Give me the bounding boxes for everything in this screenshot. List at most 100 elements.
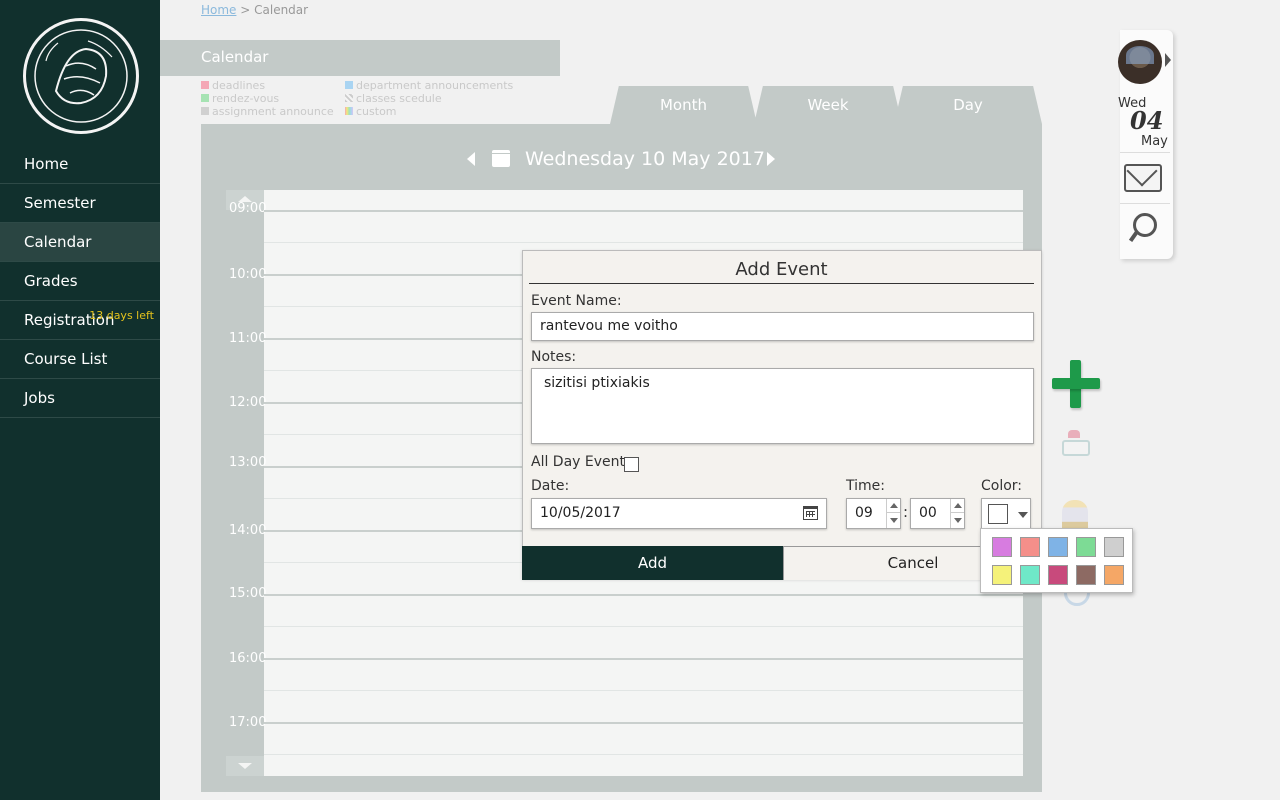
color-label: Color: (981, 478, 1023, 494)
color-palette-popup (980, 528, 1133, 593)
notes-textarea[interactable]: sizitisi ptixiakis (531, 368, 1034, 444)
nav-item-label: Home (24, 155, 69, 173)
minute-spin-buttons (950, 499, 964, 528)
color-dropdown[interactable] (981, 498, 1031, 529)
legend-swatch (201, 107, 209, 115)
color-option[interactable] (1020, 565, 1040, 585)
date-field[interactable]: 10/05/2017 (531, 498, 827, 529)
nav-item-label: Semester (24, 194, 96, 212)
calendar-current-date: Wednesday 10 May 2017 (525, 148, 765, 170)
decrement-arrow-icon[interactable] (887, 514, 900, 528)
legend-item-department-announcements: department announcements (345, 79, 513, 92)
color-option[interactable] (992, 537, 1012, 557)
minute-stepper[interactable]: 00 (910, 498, 965, 529)
selected-color-swatch (988, 504, 1008, 524)
notes-label: Notes: (531, 349, 577, 365)
hour-spin-buttons (886, 499, 900, 528)
nav-item-course-list[interactable]: Course List (0, 340, 160, 379)
tab-week[interactable]: Week (754, 86, 902, 124)
nav-item-jobs[interactable]: Jobs (0, 379, 160, 418)
all-day-label: All Day Event (531, 454, 626, 470)
search-icon[interactable] (1130, 213, 1157, 243)
increment-arrow-icon[interactable] (887, 499, 900, 513)
color-option[interactable] (1048, 565, 1068, 585)
today-day: 04 (1130, 106, 1164, 135)
sidebar: Home Semester Calendar Grades Registrati… (0, 0, 160, 800)
color-option[interactable] (992, 565, 1012, 585)
mail-icon[interactable] (1124, 164, 1162, 192)
hour-label: 11:00 (229, 331, 267, 346)
next-day-arrow-icon[interactable] (767, 152, 775, 166)
plus-icon[interactable] (1050, 358, 1102, 410)
color-option[interactable] (1104, 565, 1124, 585)
nav-item-registration[interactable]: Registration 13 days left (0, 301, 160, 340)
tab-day[interactable]: Day (894, 86, 1042, 124)
half-hour-gridline (264, 754, 1023, 755)
scroll-down-arrow-icon[interactable] (226, 756, 264, 776)
legend-swatch (201, 94, 209, 102)
decrement-arrow-icon[interactable] (951, 514, 964, 528)
nav-item-home[interactable]: Home (0, 145, 160, 184)
time-separator: : (903, 503, 909, 521)
legend-label: custom (356, 105, 397, 118)
all-day-checkbox[interactable] (624, 457, 639, 472)
nav-item-label: Jobs (24, 389, 55, 407)
color-option[interactable] (1048, 537, 1068, 557)
nav-item-label: Calendar (24, 233, 92, 251)
increment-arrow-icon[interactable] (951, 499, 964, 513)
half-hour-gridline (264, 626, 1023, 627)
breadcrumb-home-link[interactable]: Home (201, 3, 236, 17)
time-label: Time: (846, 478, 885, 494)
hour-label: 17:00 (229, 715, 267, 730)
hour-gridline (264, 594, 1023, 596)
breadcrumb-current: Calendar (254, 3, 309, 17)
color-option[interactable] (1020, 537, 1040, 557)
legend-item-classes-schedule: classes scedule (345, 92, 442, 105)
legend-label: rendez-vous (212, 92, 280, 105)
minute-value: 00 (919, 505, 937, 521)
hour-value: 09 (855, 505, 873, 521)
calendar-icon[interactable] (492, 150, 510, 167)
half-hour-gridline (264, 242, 1023, 243)
event-name-input[interactable]: rantevou me voitho (531, 312, 1034, 341)
hour-label: 13:00 (229, 455, 267, 470)
legend-item-deadlines: deadlines (201, 79, 265, 92)
nav-item-calendar[interactable]: Calendar (0, 223, 160, 262)
hour-label: 16:00 (229, 651, 267, 666)
breadcrumb-separator: > (236, 3, 255, 17)
calendar-icon[interactable] (803, 506, 818, 520)
hour-gridline (264, 722, 1023, 724)
main-navigation: Home Semester Calendar Grades Registrati… (0, 145, 160, 418)
calendar-date-navigation: Wednesday 10 May 2017 (201, 146, 1042, 174)
chevron-down-icon (1018, 512, 1028, 518)
page-title: Calendar (160, 40, 560, 76)
add-event-dialog: Add Event Event Name: rantevou me voitho… (522, 250, 1042, 580)
legend-item-assignment-announce: assignment announce (201, 105, 334, 118)
hour-label: 14:00 (229, 523, 267, 538)
caret-right-icon[interactable] (1165, 53, 1171, 67)
hour-stepper[interactable]: 09 (846, 498, 901, 529)
divider (1120, 152, 1170, 153)
hour-label: 09:00 (229, 201, 267, 216)
breadcrumb: Home > Calendar (201, 3, 308, 17)
add-button[interactable]: Add (522, 546, 783, 580)
nav-item-label: Course List (24, 350, 108, 368)
university-logo[interactable] (23, 18, 139, 134)
nav-item-label: Grades (24, 272, 78, 290)
nav-item-semester[interactable]: Semester (0, 184, 160, 223)
hour-gridline (264, 658, 1023, 660)
tab-month[interactable]: Month (610, 86, 757, 124)
nav-item-grades[interactable]: Grades (0, 262, 160, 301)
cake-icon[interactable] (1060, 428, 1090, 456)
hour-label: 10:00 (229, 267, 267, 282)
color-option[interactable] (1104, 537, 1124, 557)
user-avatar[interactable] (1118, 40, 1162, 84)
hour-label: 12:00 (229, 395, 267, 410)
registration-deadline-badge: 13 days left (89, 309, 154, 322)
color-option[interactable] (1076, 537, 1096, 557)
legend-label: classes scedule (356, 92, 442, 105)
color-option[interactable] (1076, 565, 1096, 585)
previous-day-arrow-icon[interactable] (467, 152, 475, 166)
legend-item-custom: custom (345, 105, 397, 118)
legend-label: department announcements (356, 79, 514, 92)
